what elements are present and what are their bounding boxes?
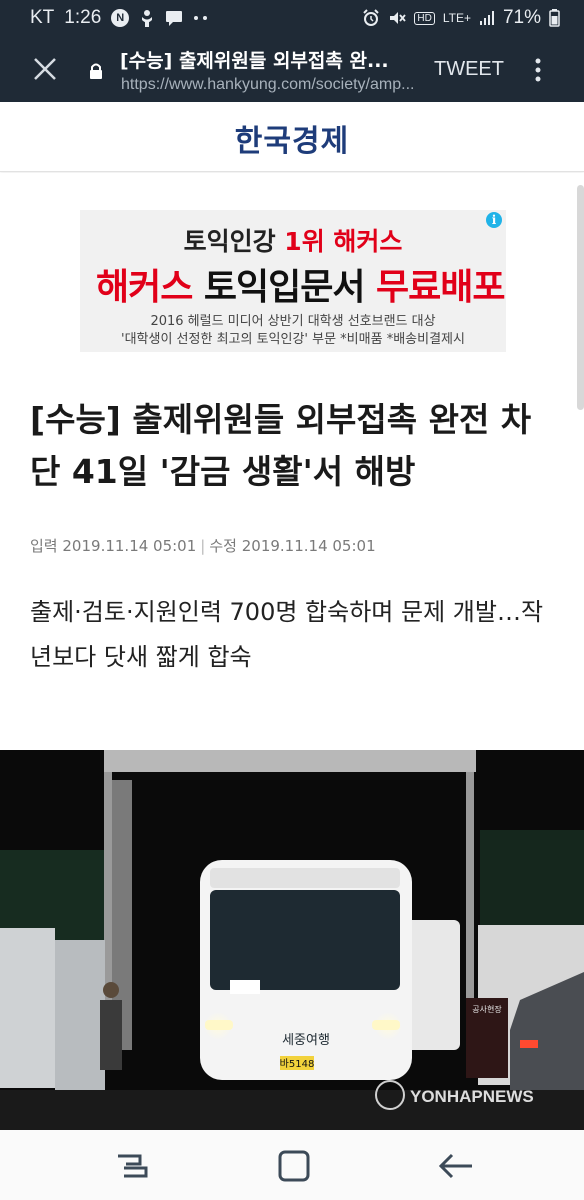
- page-title[interactable]: [수능] 출제위원들 외부접촉 완...: [120, 46, 430, 73]
- carrier-label: KT: [30, 7, 55, 28]
- home-icon[interactable]: [274, 1146, 314, 1186]
- ad-brand: 해커스: [96, 267, 193, 308]
- more-dots-icon: [194, 16, 208, 20]
- article-subheadline: 출제·검토·지원인력 700명 합숙하며 문제 개발…작년보다 닷새 짧게 합숙: [30, 598, 544, 671]
- article-meta: 입력 2019.11.14 05:01 | 수정 2019.11.14 05:01: [30, 535, 376, 556]
- ad-info-icon[interactable]: i: [486, 212, 502, 228]
- ad-line-2: 해커스 토익입문서 무료배포: [96, 258, 506, 310]
- ad-banner[interactable]: 토익인강 1위 해커스 해커스 토익입문서 무료배포 2016 헤럴드 미디어 …: [80, 210, 506, 352]
- site-sign: 공사현장: [472, 1004, 502, 1014]
- navigation-bar: [0, 1130, 584, 1200]
- input-date: 2019.11.14 05:01: [62, 537, 197, 555]
- article-photo[interactable]: 세중여행 바5148 공사현장 YONHAPNEWS: [0, 750, 584, 1130]
- bus-logo: 세중여행: [282, 1032, 330, 1048]
- mute-icon: [390, 12, 407, 24]
- page-url[interactable]: https://www.hankyung.com/society/amp...: [121, 76, 421, 94]
- clock: 1:26: [64, 7, 102, 28]
- alarm-icon: [363, 9, 380, 26]
- ad-line-3: 2016 헤럴드 미디어 상반기 대학생 선호브랜드 대상: [150, 314, 436, 329]
- overflow-menu-icon[interactable]: [530, 56, 546, 84]
- network-type: LTE+: [442, 11, 471, 25]
- edit-date: 2019.11.14 05:01: [241, 537, 376, 555]
- ad-line-4: '대학생이 선정한 최고의 토익인강' 부문 *비매품 *배송비결제시: [121, 332, 465, 347]
- n-badge-icon: N: [111, 9, 130, 27]
- close-icon[interactable]: [30, 54, 60, 84]
- battery-percent: 71%: [502, 7, 541, 28]
- tweet-button[interactable]: TWEET: [434, 58, 504, 81]
- message-icon: [166, 11, 183, 26]
- meta-separator: |: [200, 537, 206, 555]
- ad-product: 토익입문서: [192, 267, 377, 308]
- article-headline: [수능] 출제위원들 외부접촉 완전 차단 41일 '감금 생활'서 해방: [30, 400, 532, 491]
- scrollbar[interactable]: [577, 185, 584, 410]
- photo-watermark: YONHAPNEWS: [410, 1087, 534, 1106]
- browser-toolbar: [수능] 출제위원들 외부접촉 완... https://www.hankyun…: [0, 38, 584, 102]
- back-icon[interactable]: [436, 1146, 476, 1186]
- lock-icon: [90, 63, 102, 79]
- status-right: HD LTE+ 71%: [362, 7, 560, 29]
- signal-icon: [479, 11, 494, 25]
- input-label: 입력: [30, 537, 58, 555]
- status-bar: KT 1:26 N HD LTE+ 71%: [0, 0, 584, 38]
- site-logo[interactable]: 한국경제: [0, 116, 584, 160]
- battery-icon: [549, 9, 560, 27]
- status-left: KT 1:26 N: [30, 7, 209, 29]
- ad-line-1-highlight: 1위 해커스: [284, 227, 403, 256]
- site-header: 한국경제: [0, 102, 584, 172]
- voice-search-icon: [142, 10, 153, 27]
- recent-apps-icon[interactable]: [112, 1146, 152, 1186]
- ad-line-1: 토익인강 1위 해커스: [80, 222, 506, 258]
- ad-line-1-prefix: 토익인강: [183, 227, 285, 256]
- photo-scene: 세중여행 바5148 공사현장 YONHAPNEWS: [0, 750, 584, 1130]
- ad-offer: 무료배포: [376, 267, 505, 308]
- hd-badge: HD: [414, 11, 435, 25]
- edit-label: 수정: [209, 537, 237, 555]
- bus-plate: 바5148: [280, 1058, 315, 1070]
